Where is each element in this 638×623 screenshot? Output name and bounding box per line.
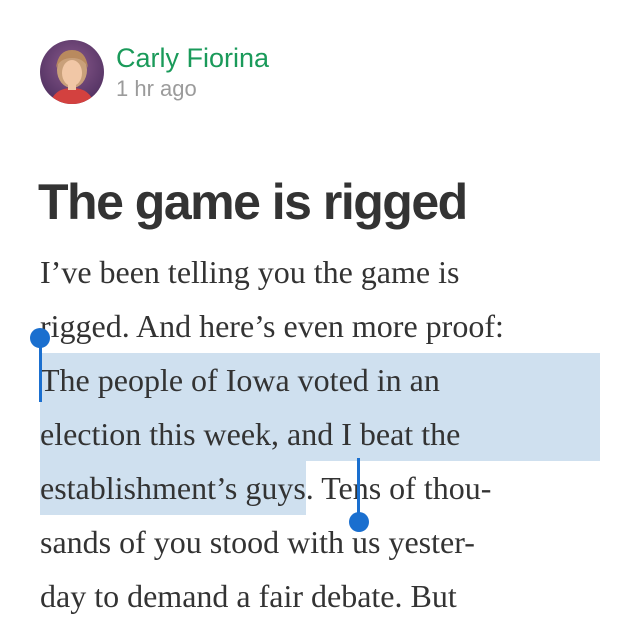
avatar[interactable]	[40, 40, 104, 104]
post-meta: Carly Fiorina 1 hr ago	[116, 41, 269, 103]
post-body[interactable]: I’ve been telling you the game is rigged…	[40, 245, 620, 623]
body-line: establishment’s guys. Tens of thou-	[40, 461, 620, 515]
body-line: sands of you stood with us yester-	[40, 524, 475, 560]
post-timestamp: 1 hr ago	[116, 76, 197, 101]
body-line: The people of Iowa voted in an	[40, 353, 620, 407]
body-text-fragment: . Tens of thou-	[305, 470, 492, 506]
author-name[interactable]: Carly Fiorina	[116, 41, 269, 75]
body-line: election this week, and I beat the	[40, 407, 620, 461]
post-header: Carly Fiorina 1 hr ago	[40, 40, 269, 104]
selection-knob-icon	[349, 512, 369, 532]
selection-caret	[357, 458, 360, 516]
selected-text: The people of Iowa voted in an	[40, 353, 600, 407]
selection-end-handle[interactable]	[349, 458, 371, 534]
body-line: I’ve been telling you the game is	[40, 254, 460, 290]
selection-start-handle[interactable]	[30, 328, 52, 404]
selected-text: election this week, and I beat the	[40, 407, 600, 461]
body-line: rigged. And here’s even more proof:	[40, 308, 504, 344]
selection-caret	[39, 342, 42, 402]
author-photo	[40, 40, 104, 104]
selected-text: establishment’s guys	[40, 461, 306, 515]
body-line: day to demand a fair debate. But	[40, 578, 457, 614]
post-title: The game is rigged	[38, 174, 468, 230]
